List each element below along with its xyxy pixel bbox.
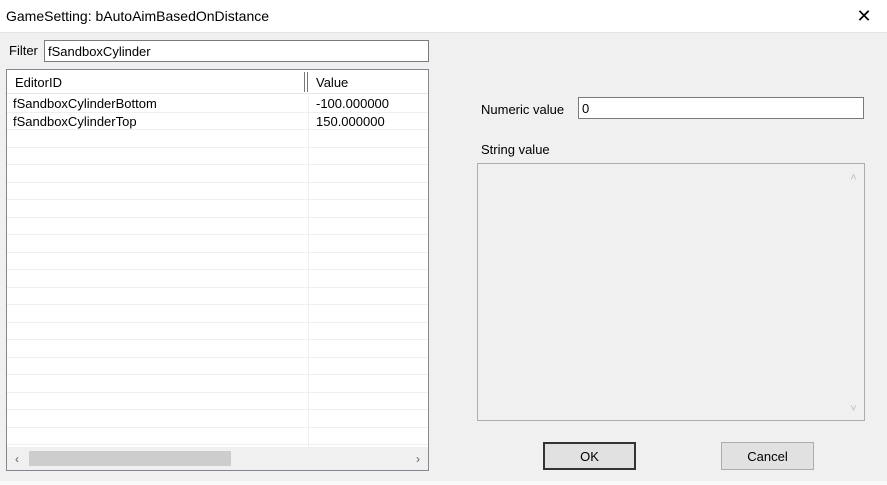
empty-row [7, 288, 428, 305]
chevron-down-icon: ˅ [850, 402, 857, 415]
title-bar: GameSetting: bAutoAimBasedOnDistance ✕ [0, 0, 887, 33]
empty-row [7, 340, 428, 358]
cancel-button[interactable]: Cancel [721, 442, 814, 470]
table-row[interactable]: fSandboxCylinderTop 150.000000 [7, 113, 428, 130]
string-value-label: String value [481, 142, 550, 157]
string-value-textarea[interactable]: ˄ ˅ [477, 163, 865, 421]
scroll-down-button[interactable]: ˅ [845, 400, 862, 417]
empty-row [7, 358, 428, 375]
window-title: GameSetting: bAutoAimBasedOnDistance [6, 8, 270, 24]
empty-row [7, 183, 428, 200]
column-divider[interactable] [304, 72, 305, 92]
game-settings-list[interactable]: EditorID Value fSandboxCylinderBottom -1… [6, 69, 429, 471]
editorid-cell: fSandboxCylinderBottom [13, 96, 157, 111]
numeric-value-input[interactable] [578, 97, 864, 119]
horizontal-scrollbar[interactable]: ‹ › [7, 447, 428, 470]
value-cell: -100.000000 [316, 96, 390, 111]
filter-label: Filter [9, 43, 38, 58]
list-header: EditorID Value [7, 70, 428, 94]
empty-row [7, 375, 428, 393]
scrollbar-thumb[interactable] [29, 451, 231, 466]
empty-row [7, 410, 428, 428]
empty-row [7, 148, 428, 165]
empty-row [7, 323, 428, 340]
empty-row [7, 200, 428, 218]
empty-row [7, 393, 428, 410]
ok-button[interactable]: OK [543, 442, 636, 470]
value-cell: 150.000000 [316, 113, 385, 129]
empty-row [7, 165, 428, 183]
scroll-up-button[interactable]: ˄ [845, 169, 862, 186]
empty-row [7, 235, 428, 253]
chevron-left-icon: ‹ [15, 451, 19, 466]
close-button[interactable]: ✕ [841, 0, 887, 33]
editorid-cell: fSandboxCylinderTop [13, 113, 137, 129]
empty-row [7, 305, 428, 323]
empty-row [7, 218, 428, 235]
background-strip [0, 481, 887, 485]
empty-row [7, 130, 428, 148]
column-header-editorid[interactable]: EditorID [7, 70, 305, 94]
list-body: fSandboxCylinderBottom -100.000000 fSand… [7, 95, 428, 447]
table-row[interactable]: fSandboxCylinderBottom -100.000000 [7, 95, 428, 113]
filter-input[interactable] [44, 40, 429, 62]
chevron-up-icon: ˄ [850, 171, 857, 184]
scroll-right-button[interactable]: › [408, 447, 428, 470]
column-header-value[interactable]: Value [308, 70, 428, 94]
empty-row [7, 428, 428, 445]
scroll-left-button[interactable]: ‹ [7, 447, 27, 470]
close-icon: ✕ [856, 6, 872, 26]
chevron-right-icon: › [416, 451, 420, 466]
empty-row [7, 270, 428, 288]
numeric-value-label: Numeric value [481, 102, 565, 117]
empty-row [7, 253, 428, 270]
